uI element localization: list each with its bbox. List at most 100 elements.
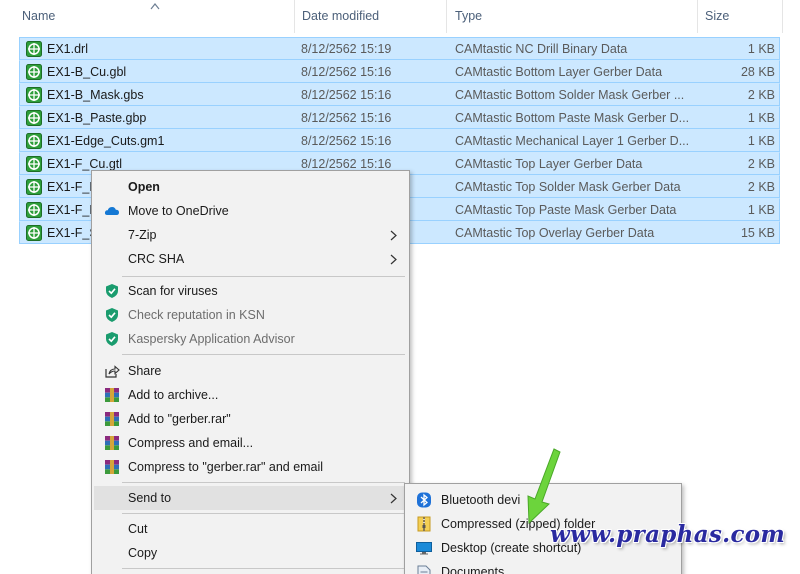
menu-item-label: Compress to "gerber.rar" and email (128, 460, 324, 474)
file-date: 8/12/2562 15:16 (301, 65, 392, 79)
file-row[interactable]: EX1-Edge_Cuts.gm1 8/12/2562 15:16 CAMtas… (19, 129, 780, 152)
file-name: EX1.drl (47, 42, 88, 56)
file-size: 1 KB (747, 111, 775, 125)
camtastic-file-icon (26, 202, 42, 218)
desktop-icon (416, 542, 432, 555)
winrar-icon (105, 436, 119, 450)
file-size: 1 KB (747, 134, 775, 148)
camtastic-file-icon (26, 133, 42, 149)
file-type: CAMtastic Top Overlay Gerber Data (455, 226, 655, 240)
menu-item-move-to-onedrive[interactable]: Move to OneDrive (94, 199, 407, 223)
menu-separator (122, 482, 405, 483)
menu-item-open[interactable]: Open (94, 175, 407, 199)
camtastic-file-icon (26, 87, 42, 103)
menu-item-label: Copy (128, 546, 158, 560)
file-type: CAMtastic Top Paste Mask Gerber Data (455, 203, 677, 217)
shield-icon (106, 308, 118, 322)
camtastic-file-icon (26, 64, 42, 80)
menu-item-label: CRC SHA (128, 252, 185, 266)
file-name: EX1-B_Cu.gbl (47, 65, 127, 79)
file-name: EX1-B_Mask.gbs (47, 88, 144, 102)
menu-item-kaspersky-advisor[interactable]: Kaspersky Application Advisor (94, 327, 407, 351)
file-type: CAMtastic Top Layer Gerber Data (455, 157, 643, 171)
menu-separator (122, 276, 405, 277)
file-size: 15 KB (740, 226, 775, 240)
camtastic-file-icon (26, 156, 42, 172)
menu-item-label: Documents (441, 565, 505, 574)
file-row[interactable]: EX1-B_Cu.gbl 8/12/2562 15:16 CAMtastic B… (19, 60, 780, 83)
file-type: CAMtastic Top Solder Mask Gerber Data (455, 180, 681, 194)
menu-item-add-to-gerber-rar[interactable]: Add to "gerber.rar" (94, 407, 407, 431)
camtastic-file-icon (26, 225, 42, 241)
watermark: www.praphas.com (550, 521, 786, 548)
menu-item-label: Scan for viruses (128, 284, 218, 298)
column-header: Name Date modified Type Size (0, 0, 800, 33)
menu-item-label: Add to "gerber.rar" (128, 412, 231, 426)
menu-separator (122, 354, 405, 355)
menu-item-label: Share (128, 364, 162, 378)
menu-item-scan-for-viruses[interactable]: Scan for viruses (94, 279, 407, 303)
file-type: CAMtastic Bottom Solder Mask Gerber ... (455, 88, 685, 102)
sort-ascending-icon[interactable] (150, 2, 160, 10)
menu-item-label: Compress and email... (128, 436, 254, 450)
menu-item-crc-sha[interactable]: CRC SHA (94, 247, 407, 271)
file-size: 2 KB (747, 88, 775, 102)
menu-item-compress-rar-and-email[interactable]: Compress to "gerber.rar" and email (94, 455, 407, 479)
file-row[interactable]: EX1.drl 8/12/2562 15:19 CAMtastic NC Dri… (19, 37, 780, 60)
menu-item-check-reputation-ksn[interactable]: Check reputation in KSN (94, 303, 407, 327)
chevron-right-icon (390, 493, 397, 504)
file-size: 2 KB (747, 180, 775, 194)
file-type: CAMtastic NC Drill Binary Data (455, 42, 628, 56)
zip-folder-icon (417, 516, 431, 532)
file-type: CAMtastic Bottom Layer Gerber Data (455, 65, 663, 79)
winrar-icon (105, 388, 119, 402)
file-size: 2 KB (747, 157, 775, 171)
documents-icon (417, 565, 431, 574)
camtastic-file-icon (26, 110, 42, 126)
shield-icon (106, 332, 118, 346)
file-name: EX1-B_Paste.gbp (47, 111, 147, 125)
file-date: 8/12/2562 15:19 (301, 42, 392, 56)
file-row[interactable]: EX1-B_Paste.gbp 8/12/2562 15:16 CAMtasti… (19, 106, 780, 129)
chevron-right-icon (390, 254, 397, 265)
column-divider[interactable] (782, 0, 783, 33)
menu-separator (122, 513, 405, 514)
menu-separator (122, 568, 405, 569)
column-size[interactable]: Size (683, 0, 729, 33)
context-menu: Open Move to OneDrive 7-Zip CRC SHA Scan… (91, 170, 410, 574)
winrar-icon (105, 412, 119, 426)
file-date: 8/12/2562 15:16 (301, 88, 392, 102)
file-size: 1 KB (747, 42, 775, 56)
share-icon (105, 365, 120, 378)
menu-item-label: Cut (128, 522, 148, 536)
menu-item-label: Send to (128, 491, 172, 505)
file-size: 1 KB (747, 203, 775, 217)
column-type[interactable]: Type (433, 0, 482, 33)
column-name[interactable]: Name (0, 0, 55, 33)
menu-item-label: Add to archive... (128, 388, 219, 402)
file-row[interactable]: EX1-B_Mask.gbs 8/12/2562 15:16 CAMtastic… (19, 83, 780, 106)
file-name: EX1-Edge_Cuts.gm1 (47, 134, 165, 148)
menu-item-label: Open (128, 180, 160, 194)
menu-item-share[interactable]: Share (94, 359, 407, 383)
file-size: 28 KB (740, 65, 775, 79)
menu-item-documents[interactable]: Documents (407, 560, 679, 574)
menu-item-cut[interactable]: Cut (94, 517, 407, 541)
camtastic-file-icon (26, 179, 42, 195)
menu-item-label: 7-Zip (128, 228, 157, 242)
menu-item-label: Move to OneDrive (128, 204, 229, 218)
winrar-icon (105, 460, 119, 474)
menu-item-7zip[interactable]: 7-Zip (94, 223, 407, 247)
camtastic-file-icon (26, 41, 42, 57)
file-date: 8/12/2562 15:16 (301, 134, 392, 148)
file-date: 8/12/2562 15:16 (301, 111, 392, 125)
file-type: CAMtastic Mechanical Layer 1 Gerber D... (455, 134, 690, 148)
menu-item-copy[interactable]: Copy (94, 541, 407, 565)
menu-item-compress-and-email[interactable]: Compress and email... (94, 431, 407, 455)
file-type: CAMtastic Bottom Paste Mask Gerber D... (455, 111, 690, 125)
menu-item-send-to[interactable]: Send to (94, 486, 407, 510)
column-date-modified[interactable]: Date modified (280, 0, 379, 33)
menu-item-add-to-archive[interactable]: Add to archive... (94, 383, 407, 407)
bluetooth-icon (417, 492, 431, 508)
menu-item-label: Kaspersky Application Advisor (128, 332, 295, 346)
